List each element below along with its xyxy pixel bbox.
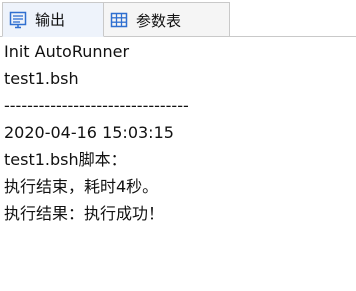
output-timestamp-line: 2020-04-16 15:03:15: [4, 123, 174, 142]
table-grid-icon: [110, 12, 128, 28]
output-console[interactable]: Init AutoRunner test1.bsh --------------…: [4, 37, 356, 291]
output-line: test1.bsh脚本：: [4, 150, 127, 169]
tab-output-label: 输出: [35, 11, 66, 29]
output-line: Init AutoRunner: [4, 42, 130, 61]
output-separator-line: --------------------------------: [4, 96, 189, 115]
tab-parameter-table[interactable]: 参数表: [104, 2, 230, 37]
output-line: test1.bsh: [4, 69, 79, 88]
tab-output[interactable]: 输出: [2, 2, 104, 37]
tab-bar: 输出 参数表: [0, 0, 356, 37]
output-window-icon: [9, 11, 27, 28]
output-line: 执行结束，耗时4秒。: [4, 177, 159, 196]
output-result-line: 执行结果：执行成功！: [4, 204, 165, 223]
tab-parameter-table-label: 参数表: [136, 11, 182, 30]
